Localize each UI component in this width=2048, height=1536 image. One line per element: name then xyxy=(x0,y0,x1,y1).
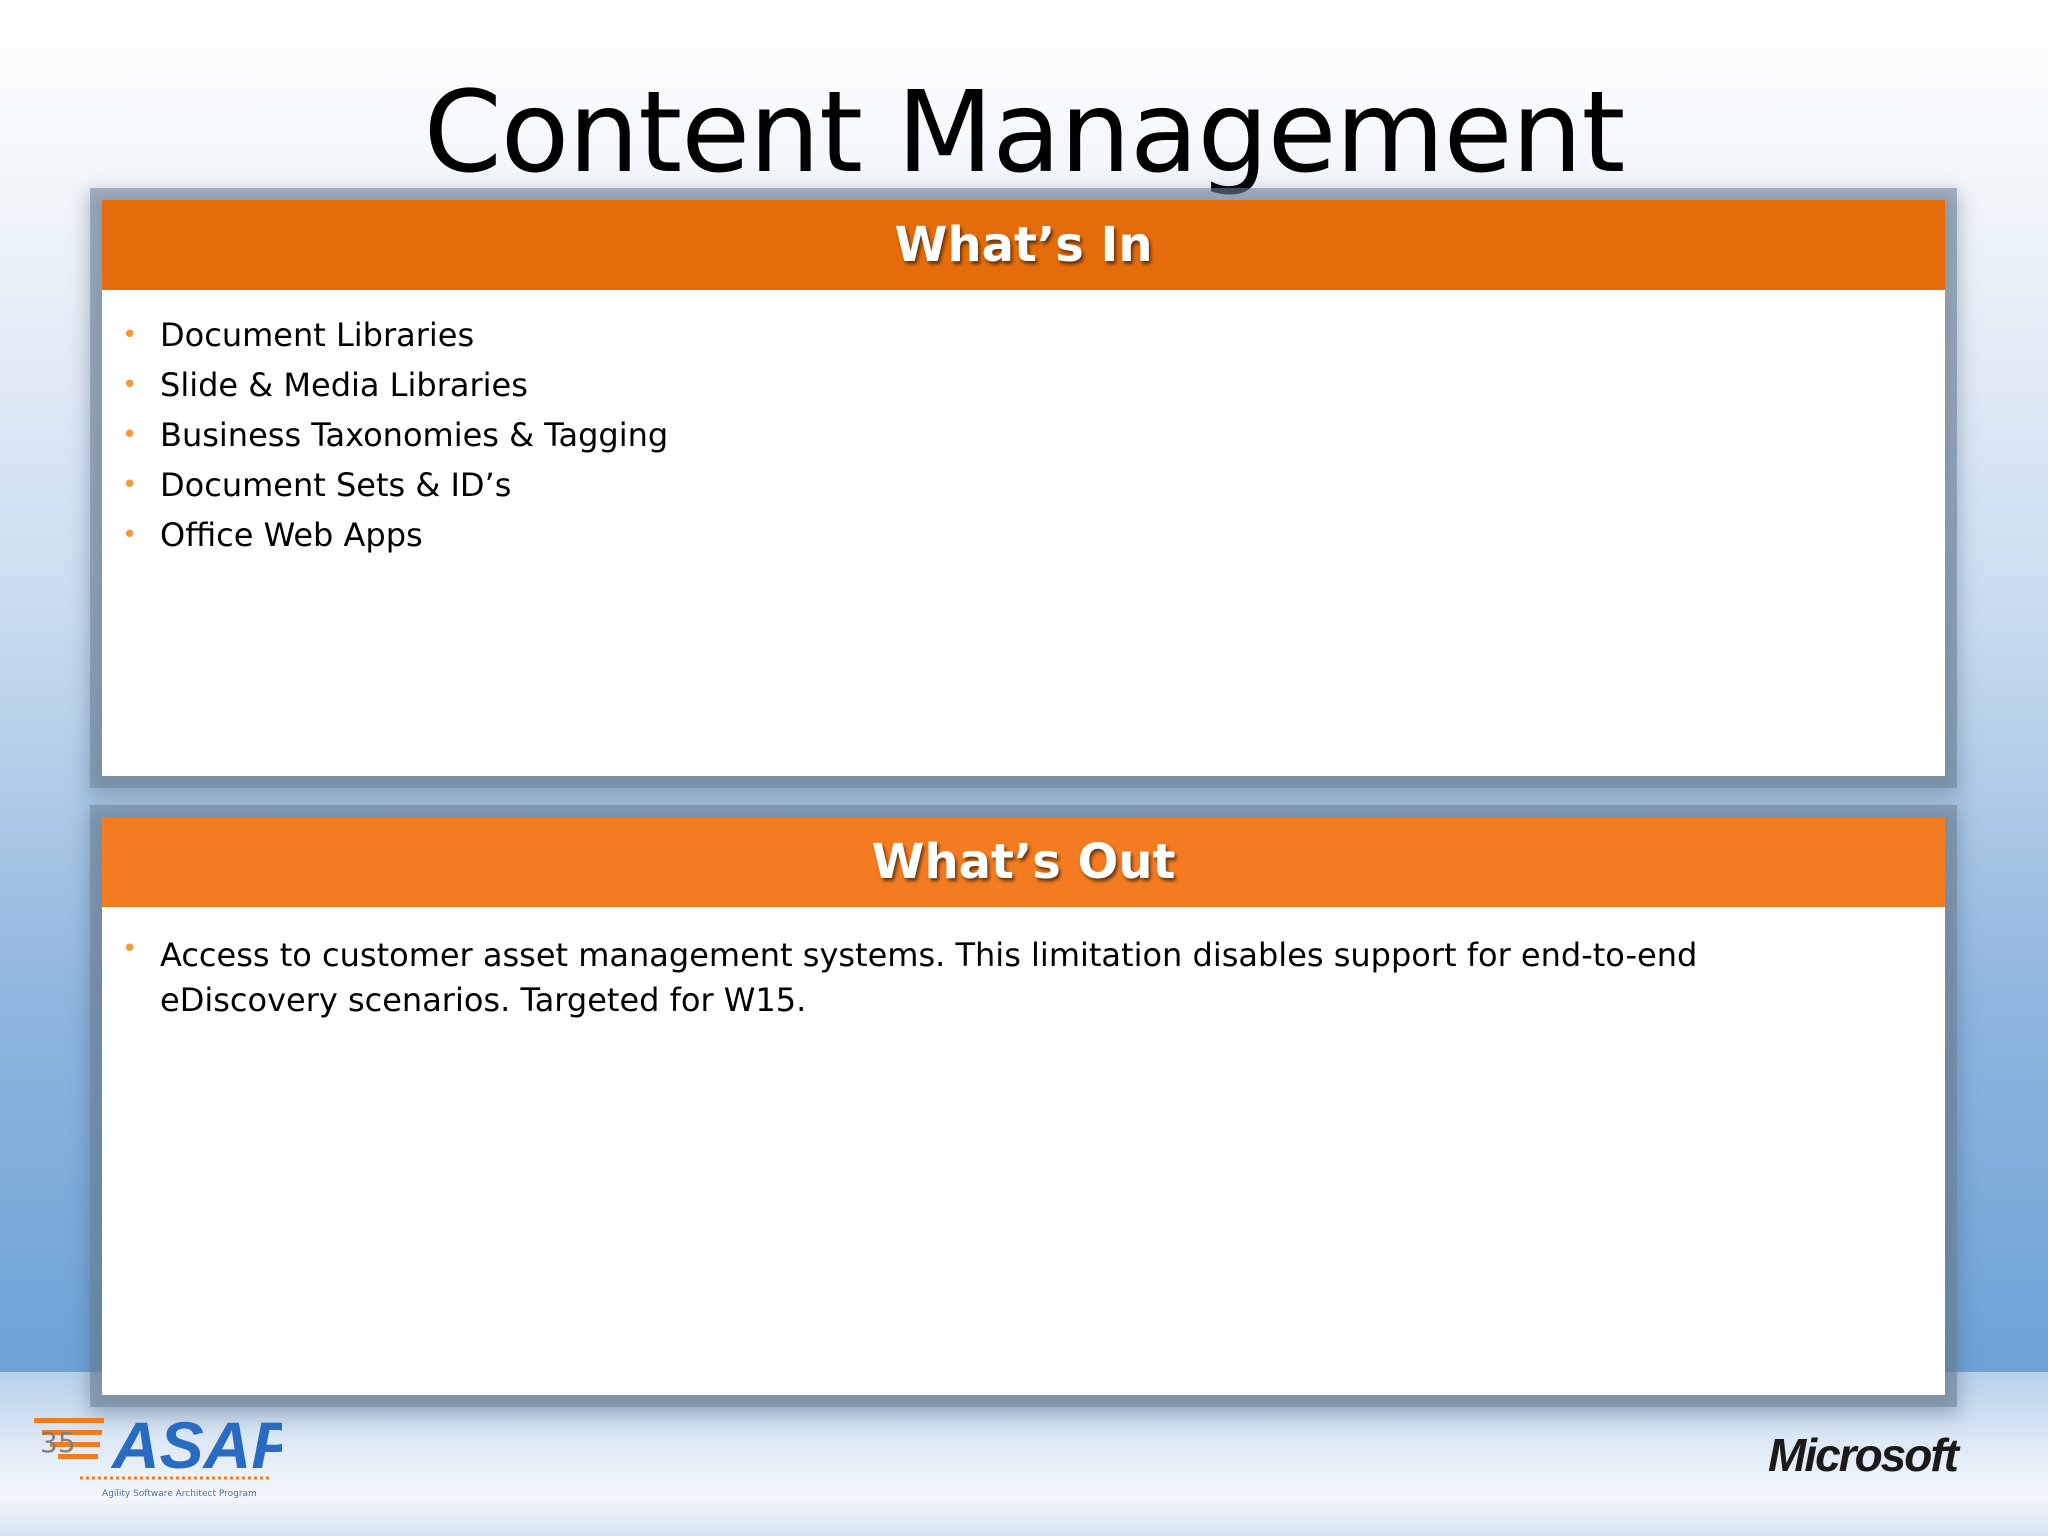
list-item: • Office Web Apps xyxy=(102,510,1945,560)
whats-out-header: What’s Out xyxy=(102,817,1945,907)
whats-in-header: What’s In xyxy=(102,200,1945,290)
asap-logo-text: ASAP xyxy=(110,1408,282,1482)
whats-in-list: • Document Libraries • Slide & Media Libra… xyxy=(102,290,1945,560)
list-item-text: Slide & Media Libraries xyxy=(160,366,528,404)
list-item: • Slide & Media Libraries xyxy=(102,360,1945,410)
list-item-text: Document Sets & ID’s xyxy=(160,466,512,504)
list-item-text: Business Taxonomies & Tagging xyxy=(160,416,669,454)
whats-in-panel: What’s In • Document Libraries • Slide & M… xyxy=(102,200,1945,776)
bullet-icon: • xyxy=(122,320,138,350)
asap-logo-tagline: Agility Software Architect Program xyxy=(102,1489,257,1499)
slide-footer-band xyxy=(0,1372,2048,1536)
microsoft-logo: Microsoft xyxy=(1768,1429,1959,1481)
list-item: • Access to customer asset management sys… xyxy=(102,927,1945,1023)
list-item: • Document Libraries xyxy=(102,310,1945,360)
bullet-icon: • xyxy=(122,520,138,550)
bullet-icon: • xyxy=(122,934,138,964)
bullet-icon: • xyxy=(122,370,138,400)
list-item-text: Access to customer asset management syst… xyxy=(160,936,1698,1019)
whats-out-list: • Access to customer asset management sys… xyxy=(102,907,1945,1023)
page-number: 35 xyxy=(40,1426,76,1459)
list-item-text: Document Libraries xyxy=(160,316,475,354)
list-item: • Business Taxonomies & Tagging xyxy=(102,410,1945,460)
slide-title: Content Management xyxy=(423,68,1626,198)
list-item-text: Office Web Apps xyxy=(160,516,423,554)
list-item: • Document Sets & ID’s xyxy=(102,460,1945,510)
bullet-icon: • xyxy=(122,420,138,450)
whats-out-panel: What’s Out • Access to customer asset man… xyxy=(102,817,1945,1395)
bullet-icon: • xyxy=(122,470,138,500)
